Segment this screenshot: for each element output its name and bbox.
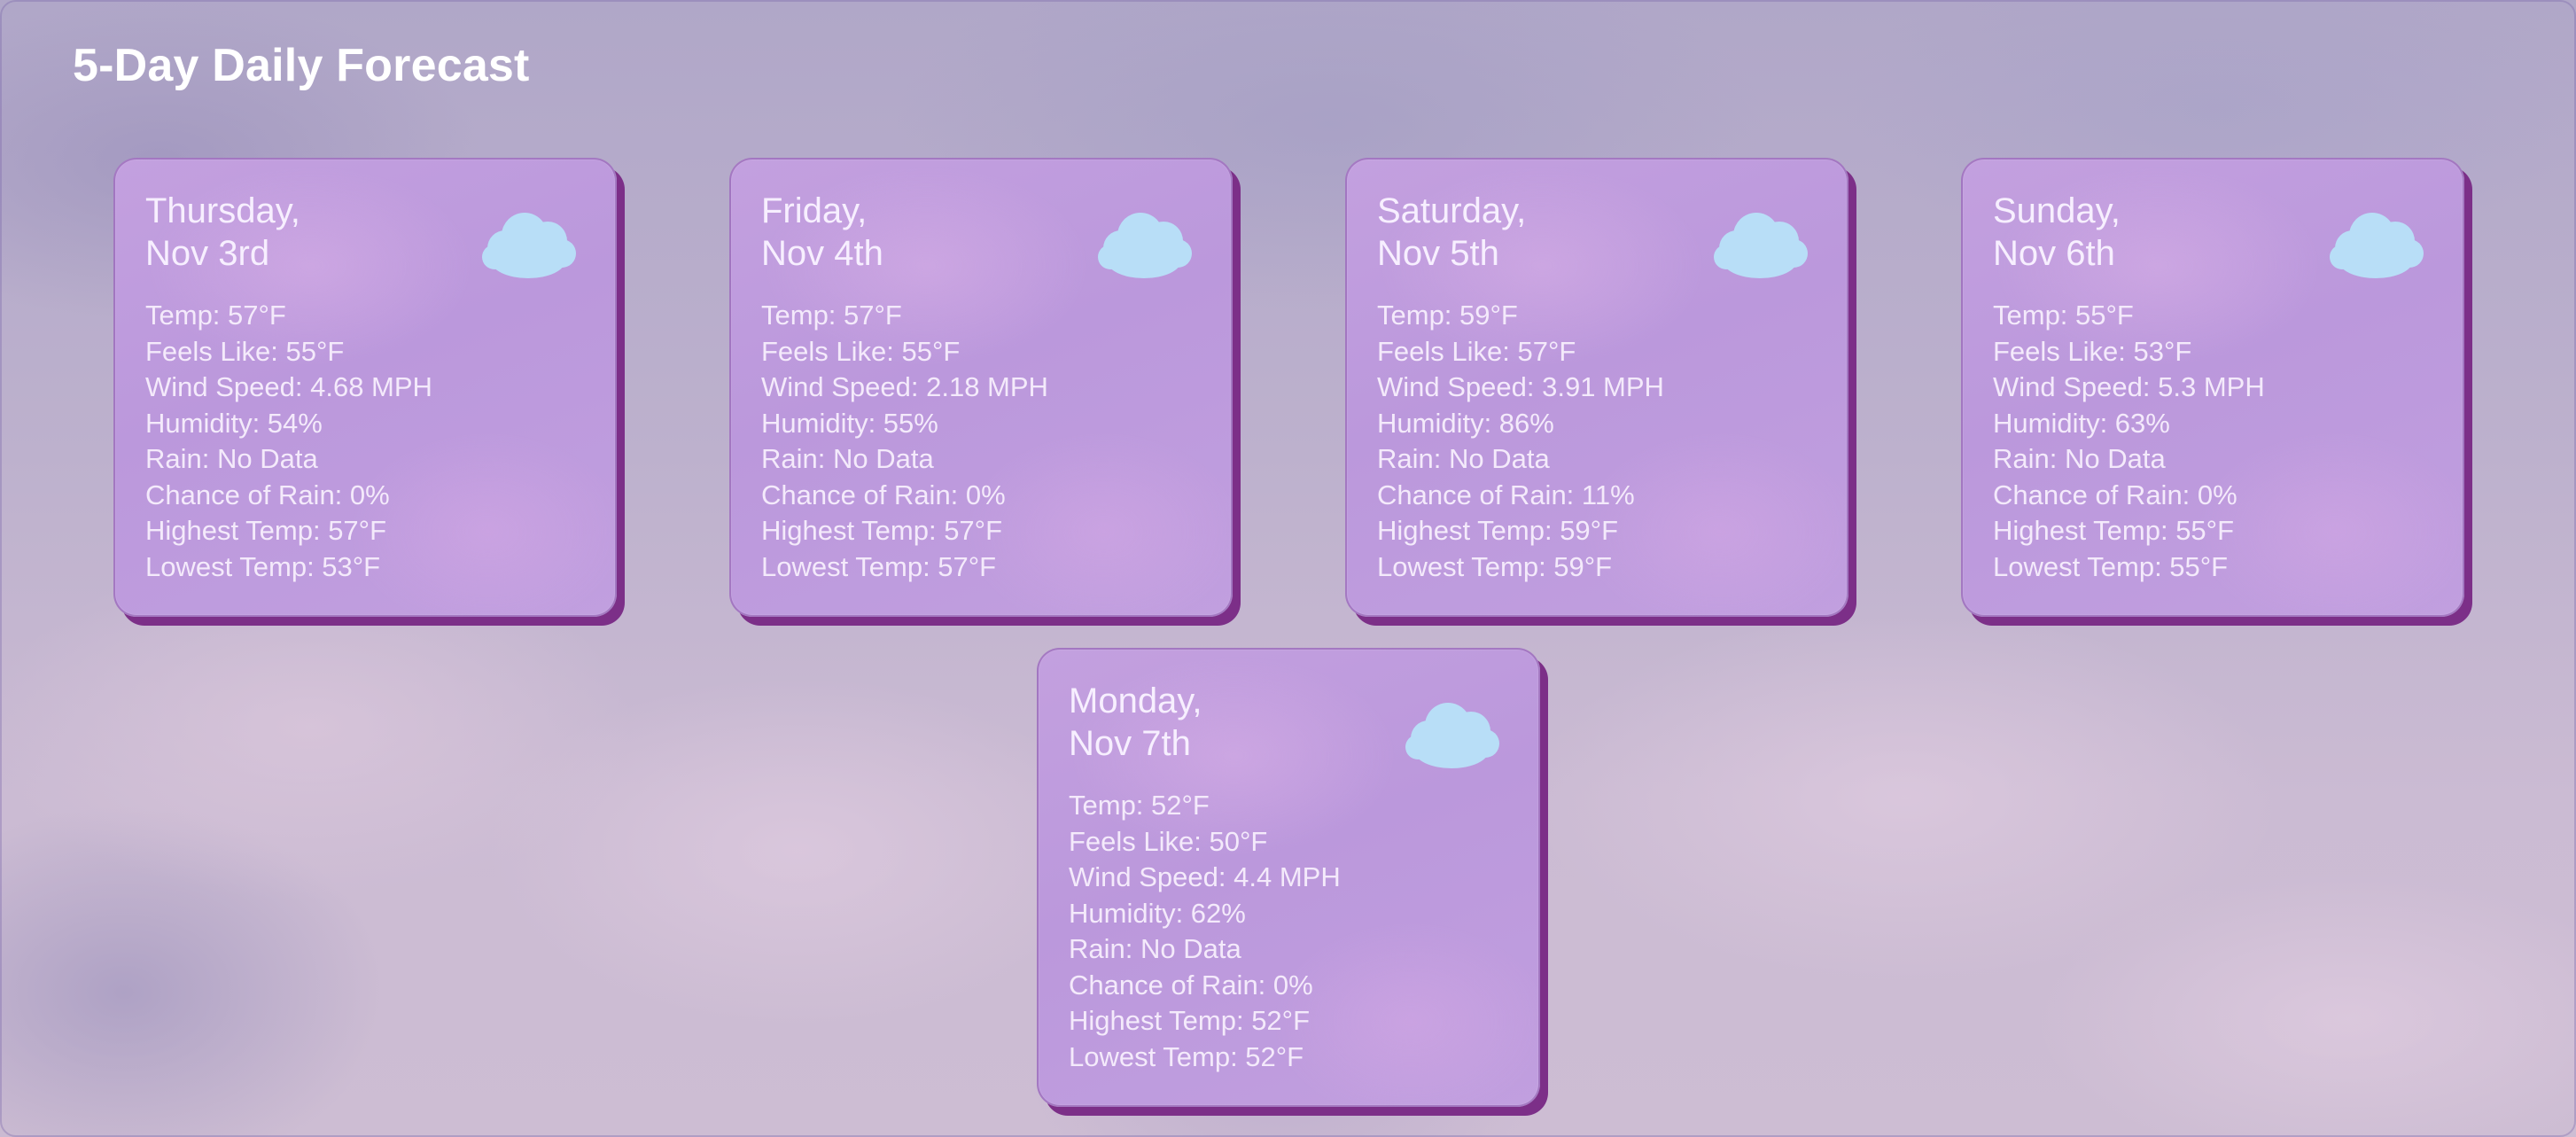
stat-chance-of-rain: Chance of Rain: 0% [1069, 969, 1313, 1001]
stat-lowest-temp: Lowest Temp: 52°F [1069, 1040, 1304, 1072]
forecast-cards: Thursday, Nov 3rd Temp: 57°F Feels Like:… [0, 0, 2576, 1137]
cloud-icon [1714, 213, 1808, 278]
cloud-icon [1098, 213, 1192, 278]
stat-temp: Temp: 57°F [761, 300, 902, 331]
stat-feels-like: Feels Like: 57°F [1377, 335, 1576, 367]
stat-feels-like: Feels Like: 55°F [145, 335, 345, 367]
stat-temp: Temp: 59°F [1377, 300, 1518, 331]
stat-wind-speed: Wind Speed: 4.4 MPH [1069, 861, 1341, 892]
forecast-card-sunday: Sunday, Nov 6th Temp: 55°F Feels Like: 5… [1961, 158, 2464, 617]
stat-humidity: Humidity: 86% [1377, 407, 1554, 439]
card-stats: Temp: 55°F Feels Like: 53°F Wind Speed: … [1993, 298, 2432, 585]
stat-temp: Temp: 55°F [1993, 300, 2134, 331]
stat-highest-temp: Highest Temp: 57°F [145, 515, 387, 546]
forecast-card-friday: Friday, Nov 4th Temp: 57°F Feels Like: 5… [729, 158, 1233, 617]
stat-highest-temp: Highest Temp: 52°F [1069, 1005, 1311, 1036]
stat-lowest-temp: Lowest Temp: 53°F [145, 550, 381, 582]
stat-humidity: Humidity: 54% [145, 407, 323, 439]
stat-rain: Rain: No Data [1993, 443, 2166, 474]
stat-rain: Rain: No Data [145, 443, 318, 474]
stat-highest-temp: Highest Temp: 59°F [1377, 515, 1619, 546]
forecast-card-thursday: Thursday, Nov 3rd Temp: 57°F Feels Like:… [113, 158, 617, 617]
stat-wind-speed: Wind Speed: 5.3 MPH [1993, 371, 2265, 402]
stat-humidity: Humidity: 62% [1069, 897, 1246, 929]
stat-feels-like: Feels Like: 50°F [1069, 825, 1268, 857]
stat-humidity: Humidity: 63% [1993, 407, 2170, 439]
forecast-card-monday: Monday, Nov 7th Temp: 52°F Feels Like: 5… [1037, 648, 1540, 1107]
stat-chance-of-rain: Chance of Rain: 11% [1377, 479, 1635, 510]
cloud-icon [1405, 703, 1499, 768]
stat-wind-speed: Wind Speed: 3.91 MPH [1377, 371, 1664, 402]
stat-feels-like: Feels Like: 53°F [1993, 335, 2192, 367]
stat-rain: Rain: No Data [761, 443, 934, 474]
cloud-icon [482, 213, 576, 278]
stat-highest-temp: Highest Temp: 57°F [761, 515, 1003, 546]
stat-wind-speed: Wind Speed: 4.68 MPH [145, 371, 432, 402]
stat-feels-like: Feels Like: 55°F [761, 335, 961, 367]
card-stats: Temp: 59°F Feels Like: 57°F Wind Speed: … [1377, 298, 1817, 585]
stat-lowest-temp: Lowest Temp: 59°F [1377, 550, 1613, 582]
card-stats: Temp: 57°F Feels Like: 55°F Wind Speed: … [145, 298, 585, 585]
cloud-icon [2330, 213, 2424, 278]
card-stats: Temp: 52°F Feels Like: 50°F Wind Speed: … [1069, 788, 1508, 1075]
stat-wind-speed: Wind Speed: 2.18 MPH [761, 371, 1048, 402]
stat-lowest-temp: Lowest Temp: 57°F [761, 550, 997, 582]
stat-rain: Rain: No Data [1377, 443, 1550, 474]
stat-chance-of-rain: Chance of Rain: 0% [145, 479, 390, 510]
card-stats: Temp: 57°F Feels Like: 55°F Wind Speed: … [761, 298, 1201, 585]
forecast-card-saturday: Saturday, Nov 5th Temp: 59°F Feels Like:… [1345, 158, 1848, 617]
stat-temp: Temp: 52°F [1069, 790, 1210, 821]
stat-chance-of-rain: Chance of Rain: 0% [1993, 479, 2237, 510]
stat-humidity: Humidity: 55% [761, 407, 938, 439]
stat-highest-temp: Highest Temp: 55°F [1993, 515, 2235, 546]
stat-lowest-temp: Lowest Temp: 55°F [1993, 550, 2229, 582]
stat-temp: Temp: 57°F [145, 300, 286, 331]
stat-chance-of-rain: Chance of Rain: 0% [761, 479, 1006, 510]
stat-rain: Rain: No Data [1069, 933, 1241, 964]
